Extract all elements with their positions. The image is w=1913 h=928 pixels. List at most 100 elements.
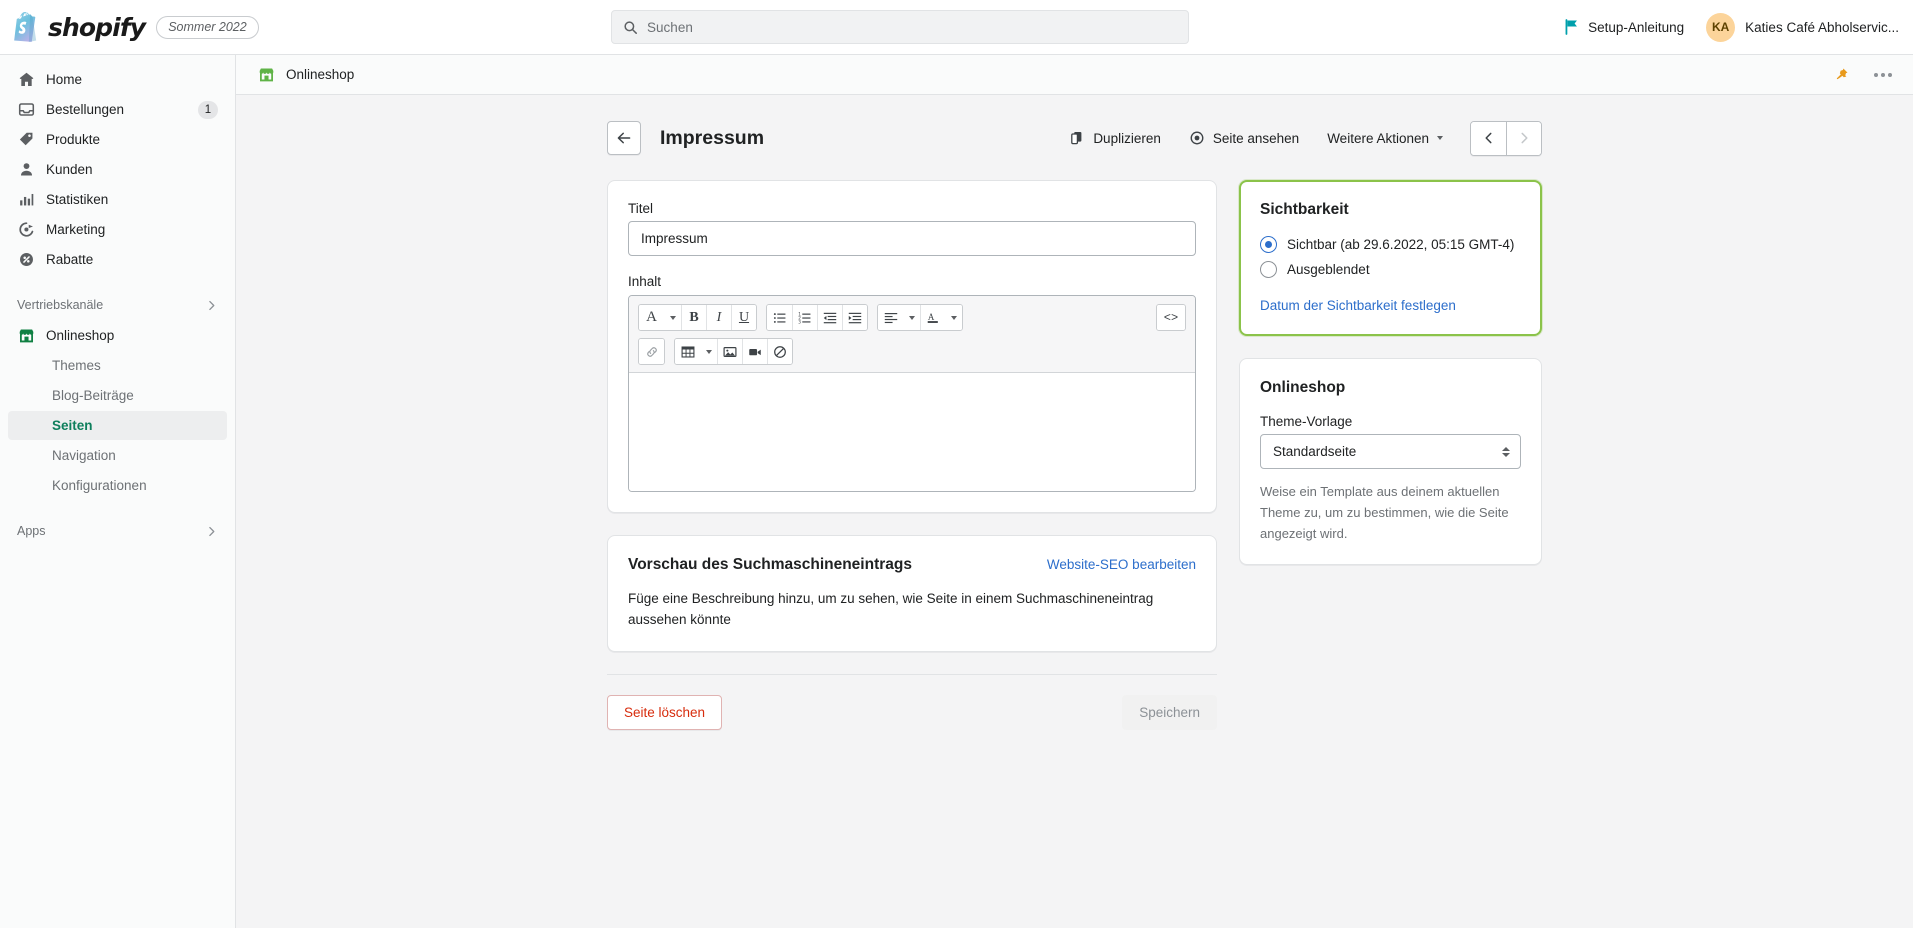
sidebar-item-navigation[interactable]: Navigation [8, 441, 227, 470]
footer-actions: Seite löschen Speichern [607, 673, 1217, 730]
numbered-list-icon: 1 2 3 [798, 311, 811, 324]
theme-template-select[interactable]: Standardseite [1260, 434, 1521, 469]
more-options-button[interactable] [1871, 63, 1895, 87]
view-page-button[interactable]: Seite ansehen [1178, 122, 1310, 154]
clear-formatting-icon [774, 345, 786, 358]
sidebar-item-rabatte[interactable]: Rabatte [8, 245, 227, 274]
sidebar-item-bestellungen[interactable]: Bestellungen 1 [8, 95, 227, 124]
format-text-button[interactable]: A [639, 305, 664, 330]
svg-text:A: A [928, 312, 935, 322]
visibility-option-label: Ausgeblendet [1287, 262, 1370, 277]
sidebar-item-kunden[interactable]: Kunden [8, 155, 227, 184]
marketing-icon [17, 221, 35, 239]
align-dropdown[interactable] [903, 305, 920, 330]
delete-page-button[interactable]: Seite löschen [607, 694, 723, 730]
editor-content-area[interactable] [629, 373, 1195, 491]
page-header: Impressum Duplizieren Seite ansehen Weit… [607, 118, 1542, 158]
align-left-icon [884, 312, 897, 323]
sidebar-item-label: Home [46, 72, 83, 87]
chevron-left-icon [1484, 132, 1491, 144]
search-container: Suchen [236, 10, 1564, 44]
bold-button[interactable]: B [681, 305, 706, 330]
search-input[interactable]: Suchen [611, 10, 1190, 44]
indent-button[interactable] [842, 305, 867, 330]
duplicate-button[interactable]: Duplizieren [1058, 122, 1172, 154]
chevron-down-icon [669, 315, 676, 320]
more-actions-button[interactable]: Weitere Aktionen [1316, 122, 1454, 154]
sidebar-item-seiten[interactable]: Seiten [8, 411, 227, 440]
format-text-dropdown[interactable] [664, 305, 681, 330]
link-icon [646, 346, 657, 357]
video-icon [749, 348, 761, 355]
previous-page-button[interactable] [1471, 121, 1506, 155]
sidebar-item-home[interactable]: Home [8, 65, 227, 94]
insert-table-dropdown[interactable] [700, 339, 717, 364]
theme-template-help-text: Weise ein Template aus deinem aktuellen … [1260, 484, 1509, 541]
clear-formatting-button[interactable] [767, 339, 792, 364]
sidebar-sub-label: Konfigurationen [52, 478, 147, 493]
chevron-down-icon [950, 315, 957, 320]
outdent-button[interactable] [817, 305, 842, 330]
shopify-bag-icon [14, 12, 37, 42]
sidebar-section-vertriebskanaele[interactable]: Vertriebskanäle [8, 291, 227, 319]
insert-link-button[interactable] [639, 339, 664, 364]
visibility-card-title: Sichtbarkeit [1260, 201, 1349, 218]
sidebar-sub-label: Blog-Beiträge [52, 388, 134, 403]
insert-link-group [638, 338, 665, 365]
bulleted-list-button[interactable] [767, 305, 792, 330]
top-bar: shopify Sommer 2022 Suchen Setup-Anleitu… [0, 0, 1913, 55]
insert-table-button[interactable] [675, 339, 700, 364]
radio-visible[interactable] [1260, 236, 1277, 253]
text-format-group: A B I U [638, 304, 757, 331]
seo-preview-card: Vorschau des Suchmaschineneintrags Websi… [607, 535, 1217, 652]
sidebar-item-themes[interactable]: Themes [8, 351, 227, 380]
italic-button[interactable]: I [706, 305, 731, 330]
sidebar-item-marketing[interactable]: Marketing [8, 215, 227, 244]
sidebar-section-apps[interactable]: Apps [8, 517, 227, 545]
chevron-right-icon [209, 300, 215, 310]
editor-toolbar-row-1: A B I U 1 2 3 A <> [638, 304, 1186, 331]
customers-icon [17, 161, 35, 179]
shopify-logo[interactable]: shopify [14, 12, 146, 42]
context-channel-button[interactable]: Onlineshop [258, 66, 1829, 83]
align-button[interactable] [878, 305, 903, 330]
text-color-button[interactable]: A [920, 305, 945, 330]
sidebar-item-label: Rabatte [46, 252, 94, 267]
insert-media-group [674, 338, 793, 365]
account-menu-button[interactable]: KA Katies Café Abholservic... [1706, 12, 1899, 42]
eye-icon [1190, 131, 1204, 145]
sidebar-item-blog-beitraege[interactable]: Blog-Beiträge [8, 381, 227, 410]
theme-template-select-wrap: Standardseite [1260, 434, 1521, 469]
insert-image-button[interactable] [717, 339, 742, 364]
indent-icon [848, 312, 862, 323]
sidebar-item-produkte[interactable]: Produkte [8, 125, 227, 154]
duplicate-icon [1071, 132, 1082, 145]
sidebar-item-statistiken[interactable]: Statistiken [8, 185, 227, 214]
outdent-icon [823, 312, 837, 323]
sidebar-sub-label: Navigation [52, 448, 116, 463]
text-color-dropdown[interactable] [945, 305, 962, 330]
page-columns: Titel Inhalt A B I U [607, 180, 1542, 730]
editor-toolbar: A B I U 1 2 3 A <> [629, 296, 1195, 373]
set-visibility-date-link[interactable]: Datum der Sichtbarkeit festlegen [1260, 298, 1456, 313]
rich-text-editor: A B I U 1 2 3 A <> [628, 295, 1196, 492]
show-html-button[interactable]: <> [1157, 305, 1185, 330]
insert-video-button[interactable] [742, 339, 767, 364]
theme-template-label: Theme-Vorlage [1260, 414, 1353, 429]
discounts-icon [17, 251, 35, 269]
title-input[interactable] [628, 221, 1196, 256]
setup-guide-button[interactable]: Setup-Anleitung [1564, 19, 1684, 35]
edit-website-seo-link[interactable]: Website-SEO bearbeiten [1047, 557, 1196, 572]
radio-hidden[interactable] [1260, 261, 1277, 278]
visibility-card: Sichtbarkeit Sichtbar (ab 29.6.2022, 05:… [1239, 180, 1542, 336]
back-button[interactable] [607, 121, 641, 155]
page-title: Impressum [660, 126, 765, 149]
pin-button[interactable] [1829, 63, 1853, 87]
sidebar-item-konfigurationen[interactable]: Konfigurationen [8, 471, 227, 500]
numbered-list-button[interactable]: 1 2 3 [792, 305, 817, 330]
visibility-option-visible[interactable]: Sichtbar (ab 29.6.2022, 05:15 GMT-4) [1260, 236, 1521, 253]
visibility-option-hidden[interactable]: Ausgeblendet [1260, 261, 1521, 278]
analytics-icon [17, 191, 35, 209]
sidebar-item-onlineshop[interactable]: Onlineshop [8, 321, 227, 350]
underline-button[interactable]: U [731, 305, 756, 330]
